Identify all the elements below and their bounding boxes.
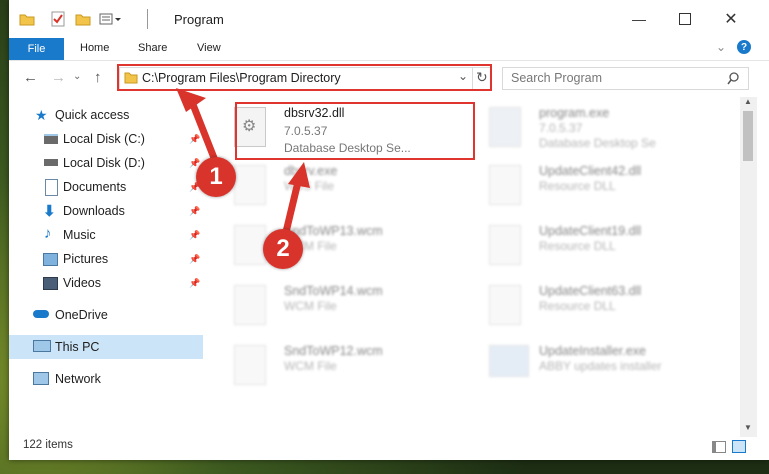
step-badge-1: 1 — [196, 157, 236, 197]
step-badge-2: 2 — [263, 229, 303, 269]
arrow-head-1 — [176, 88, 206, 112]
arrow-head-2 — [288, 162, 310, 188]
annotation-arrows — [176, 88, 310, 233]
